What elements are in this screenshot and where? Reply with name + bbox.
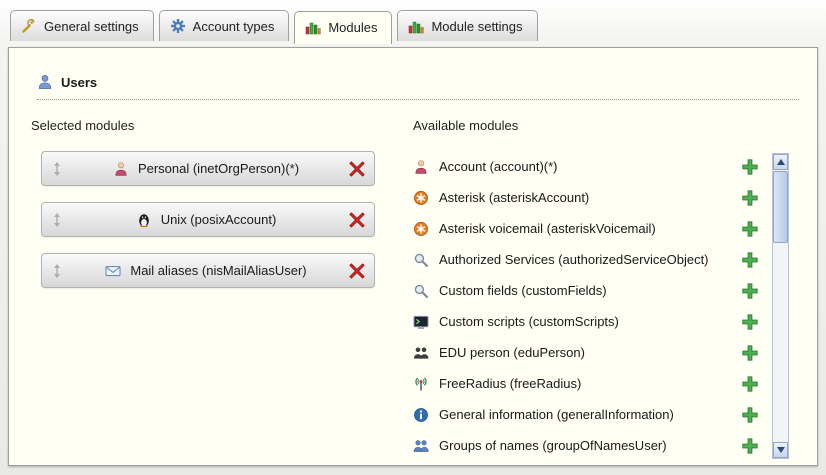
module-label: Groups of names (groupOfNamesUser) <box>439 438 731 453</box>
available-module-account: Account (account)(*) <box>413 151 759 182</box>
available-module-asterisk: Asterisk (asteriskAccount) <box>413 182 759 213</box>
selected-module-personal[interactable]: Personal (inetOrgPerson)(*) <box>41 151 375 186</box>
terminal-icon <box>413 314 429 330</box>
add-module-button[interactable] <box>741 158 759 176</box>
available-module-freeradius: FreeRadius (freeRadius) <box>413 368 759 399</box>
tab-general-settings[interactable]: General settings <box>10 10 154 41</box>
person-icon <box>113 161 129 177</box>
section-header: Users <box>37 74 799 100</box>
section-title: Users <box>61 75 97 90</box>
magnifier-icon <box>413 283 429 299</box>
remove-module-button[interactable] <box>348 211 366 229</box>
selected-module-mail[interactable]: Mail aliases (nisMailAliasUser) <box>41 253 375 288</box>
drag-handle-icon[interactable] <box>50 263 64 279</box>
available-modules-column: Available modules Account (account)(*) As… <box>413 116 789 461</box>
available-module-edu: EDU person (eduPerson) <box>413 337 759 368</box>
add-module-button[interactable] <box>741 282 759 300</box>
user-icon <box>37 74 53 90</box>
add-module-button[interactable] <box>741 313 759 331</box>
available-module-asterisk: Asterisk voicemail (asteriskVoicemail) <box>413 213 759 244</box>
available-module-authorized: Authorized Services (authorizedServiceOb… <box>413 244 759 275</box>
available-module-custom: Custom fields (customFields) <box>413 275 759 306</box>
scrollbar-down-button[interactable] <box>773 442 788 458</box>
selected-modules-list: Personal (inetOrgPerson)(*) Unix (posixAc… <box>31 151 383 288</box>
arrow-down-icon <box>777 447 785 453</box>
scrollbar-thumb[interactable] <box>773 171 788 243</box>
add-module-button[interactable] <box>741 375 759 393</box>
module-entry: Mail aliases (nisMailAliasUser) <box>64 263 348 279</box>
module-label: Personal (inetOrgPerson)(*) <box>138 161 299 176</box>
asterisk-icon <box>413 221 429 237</box>
arrow-up-icon <box>777 159 785 165</box>
module-entry: Personal (inetOrgPerson)(*) <box>64 161 348 177</box>
module-label: Account (account)(*) <box>439 159 731 174</box>
add-module-button[interactable] <box>741 189 759 207</box>
drag-handle-icon[interactable] <box>50 161 64 177</box>
module-entry: Unix (posixAccount) <box>64 212 348 228</box>
mail-icon <box>105 263 121 279</box>
add-module-button[interactable] <box>741 251 759 269</box>
available-module-general: General information (generalInformation) <box>413 399 759 430</box>
tab-modules[interactable]: Modules <box>294 11 392 44</box>
module-settings-icon <box>408 18 424 34</box>
remove-module-button[interactable] <box>348 262 366 280</box>
tab-bar: General settings Account types Modules Modu… <box>0 0 826 47</box>
remove-module-button[interactable] <box>348 160 366 178</box>
magnifier-icon <box>413 252 429 268</box>
gear-icon <box>170 18 186 34</box>
info-icon <box>413 407 429 423</box>
modules-icon <box>305 19 321 35</box>
tab-label: Modules <box>328 20 377 35</box>
penguin-icon <box>136 212 152 228</box>
scrollbar[interactable] <box>772 153 789 459</box>
module-label: Unix (posixAccount) <box>161 212 277 227</box>
available-module-groups: Groups of names (groupOfNamesUser) <box>413 430 759 461</box>
tab-account-types[interactable]: Account types <box>159 10 290 41</box>
module-label: Custom scripts (customScripts) <box>439 314 731 329</box>
module-label: Authorized Services (authorizedServiceOb… <box>439 252 731 267</box>
module-label: Asterisk (asteriskAccount) <box>439 190 731 205</box>
asterisk-icon <box>413 190 429 206</box>
module-label: FreeRadius (freeRadius) <box>439 376 731 391</box>
available-modules-list-wrap: Account (account)(*) Asterisk (asteriskAc… <box>413 151 789 461</box>
wrench-icon <box>21 18 37 34</box>
add-module-button[interactable] <box>741 344 759 362</box>
people-dark-icon <box>413 345 429 361</box>
add-module-button[interactable] <box>741 220 759 238</box>
module-label: General information (generalInformation) <box>439 407 731 422</box>
module-label: EDU person (eduPerson) <box>439 345 731 360</box>
person-icon <box>413 159 429 175</box>
available-modules-heading: Available modules <box>413 118 789 133</box>
group-icon <box>413 438 429 454</box>
tab-label: Account types <box>193 19 275 34</box>
selected-module-unix[interactable]: Unix (posixAccount) <box>41 202 375 237</box>
selected-modules-column: Selected modules Personal (inetOrgPerson… <box>31 116 383 461</box>
add-module-button[interactable] <box>741 406 759 424</box>
tab-label: General settings <box>44 19 139 34</box>
radio-icon <box>413 376 429 392</box>
modules-columns: Selected modules Personal (inetOrgPerson… <box>9 100 817 461</box>
tab-label: Module settings <box>431 19 522 34</box>
selected-modules-heading: Selected modules <box>31 118 383 133</box>
scrollbar-up-button[interactable] <box>773 154 788 170</box>
content-panel: Users Selected modules Personal (inetOrg… <box>8 47 818 466</box>
module-label: Asterisk voicemail (asteriskVoicemail) <box>439 221 731 236</box>
available-modules-list: Account (account)(*) Asterisk (asteriskAc… <box>413 151 759 461</box>
add-module-button[interactable] <box>741 437 759 455</box>
module-label: Mail aliases (nisMailAliasUser) <box>130 263 306 278</box>
tab-module-settings[interactable]: Module settings <box>397 10 537 41</box>
drag-handle-icon[interactable] <box>50 212 64 228</box>
available-module-custom: Custom scripts (customScripts) <box>413 306 759 337</box>
module-label: Custom fields (customFields) <box>439 283 731 298</box>
